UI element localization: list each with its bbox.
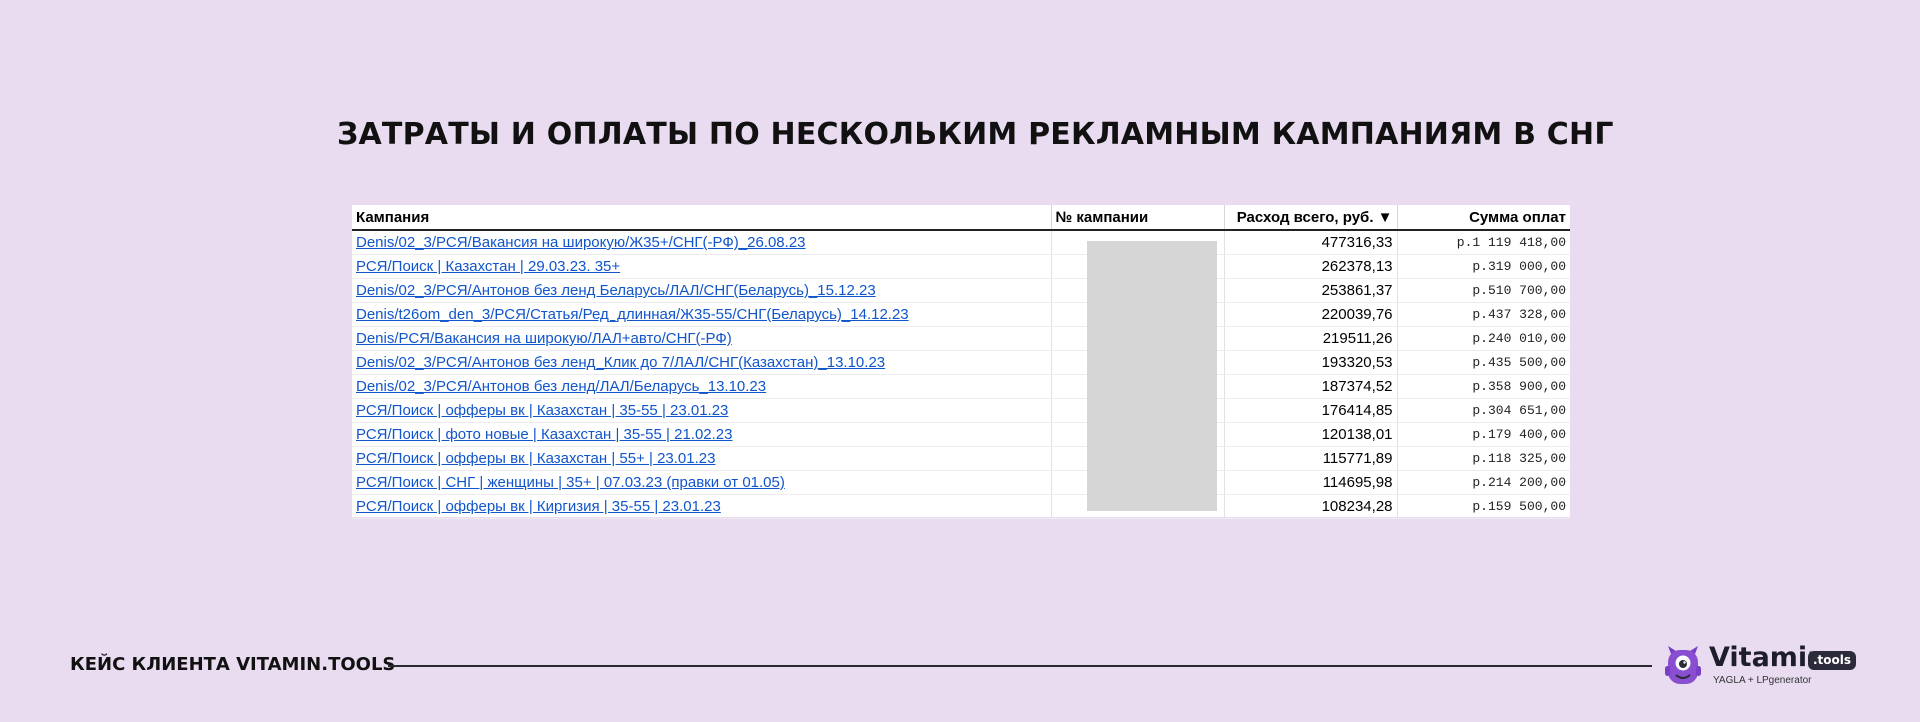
spend-cell: 187374,52 [1224, 374, 1398, 399]
campaign-cell: Denis/02_3/РСЯ/Антонов без ленд/ЛАЛ/Бела… [352, 374, 1052, 399]
campaign-link[interactable]: Denis/t26om_den_3/РСЯ/Статья/Ред_длинная… [356, 306, 909, 323]
payments-cell: р.214 200,00 [1397, 470, 1570, 495]
table-row: Denis/РСЯ/Вакансия на широкую/ЛАЛ+авто/С… [352, 326, 1570, 351]
spend-cell: 120138,01 [1224, 422, 1398, 447]
payments-cell: р.435 500,00 [1397, 350, 1570, 375]
spend-cell: 220039,76 [1224, 302, 1398, 327]
payments-cell: р.437 328,00 [1397, 302, 1570, 327]
campaign-link[interactable]: РСЯ/Поиск | Казахстан | 29.03.23. 35+ [356, 258, 620, 275]
table-row: РСЯ/Поиск | офферы вк | Казахстан | 55+ … [352, 446, 1570, 471]
payments-cell: р.319 000,00 [1397, 254, 1570, 279]
table-row: РСЯ/Поиск | офферы вк | Киргизия | 35-55… [352, 494, 1570, 519]
spend-cell: 219511,26 [1224, 326, 1398, 351]
table-row: РСЯ/Поиск | офферы вк | Казахстан | 35-5… [352, 398, 1570, 423]
campaign-cell: Denis/РСЯ/Вакансия на широкую/ЛАЛ+авто/С… [352, 326, 1052, 351]
campaign-cell: РСЯ/Поиск | фото новые | Казахстан | 35-… [352, 422, 1052, 447]
payments-cell: р.358 900,00 [1397, 374, 1570, 399]
campaign-cell: РСЯ/Поиск | офферы вк | Киргизия | 35-55… [352, 494, 1052, 519]
campaign-link[interactable]: РСЯ/Поиск | офферы вк | Киргизия | 35-55… [356, 498, 721, 515]
payments-cell: р.1 119 418,00 [1397, 230, 1570, 255]
table-row: Denis/02_3/РСЯ/Антонов без ленд_Клик до … [352, 350, 1570, 375]
campaign-table: Кампания № кампании Расход всего, руб. ▼… [352, 205, 1570, 519]
payments-cell: р.304 651,00 [1397, 398, 1570, 423]
campaign-link[interactable]: Denis/02_3/РСЯ/Антонов без ленд_Клик до … [356, 354, 885, 371]
spend-cell: 262378,13 [1224, 254, 1398, 279]
payments-cell: р.240 010,00 [1397, 326, 1570, 351]
campaign-cell: РСЯ/Поиск | Казахстан | 29.03.23. 35+ [352, 254, 1052, 279]
page-title: ЗАТРАТЫ И ОПЛАТЫ ПО НЕСКОЛЬКИМ РЕКЛАМНЫМ… [337, 117, 1614, 152]
spend-cell: 176414,85 [1224, 398, 1398, 423]
vitamin-logo: Vitamin .tools YAGLA + LPgenerator [1665, 642, 1861, 690]
table-row: Denis/02_3/РСЯ/Вакансия на широкую/Ж35+/… [352, 230, 1570, 255]
campaign-link[interactable]: РСЯ/Поиск | офферы вк | Казахстан | 55+ … [356, 450, 715, 467]
logo-tools-badge: .tools [1808, 651, 1857, 670]
spend-cell: 108234,28 [1224, 494, 1398, 519]
campaign-link[interactable]: РСЯ/Поиск | фото новые | Казахстан | 35-… [356, 426, 733, 443]
campaign-link[interactable]: Denis/02_3/РСЯ/Антонов без ленд/ЛАЛ/Бела… [356, 378, 766, 395]
spend-cell: 253861,37 [1224, 278, 1398, 303]
table-body: Denis/02_3/РСЯ/Вакансия на широкую/Ж35+/… [352, 230, 1570, 519]
table-row: Denis/02_3/РСЯ/Антонов без ленд Беларусь… [352, 278, 1570, 303]
header-campaign-number[interactable]: № кампании [1051, 205, 1225, 231]
campaign-cell: Denis/02_3/РСЯ/Антонов без ленд_Клик до … [352, 350, 1052, 375]
spend-cell: 193320,53 [1224, 350, 1398, 375]
campaign-link[interactable]: РСЯ/Поиск | СНГ | женщины | 35+ | 07.03.… [356, 474, 785, 491]
redacted-block [1087, 241, 1217, 511]
payments-cell: р.179 400,00 [1397, 422, 1570, 447]
campaign-link[interactable]: Denis/02_3/РСЯ/Антонов без ленд Беларусь… [356, 282, 876, 299]
campaign-cell: РСЯ/Поиск | офферы вк | Казахстан | 55+ … [352, 446, 1052, 471]
payments-cell: р.118 325,00 [1397, 446, 1570, 471]
table-row: РСЯ/Поиск | СНГ | женщины | 35+ | 07.03.… [352, 470, 1570, 495]
table-row: Denis/02_3/РСЯ/Антонов без ленд/ЛАЛ/Бела… [352, 374, 1570, 399]
header-row: Кампания № кампании Расход всего, руб. ▼… [352, 205, 1570, 231]
campaign-link[interactable]: РСЯ/Поиск | офферы вк | Казахстан | 35-5… [356, 402, 728, 419]
campaign-cell: Denis/02_3/РСЯ/Вакансия на широкую/Ж35+/… [352, 230, 1052, 255]
campaign-cell: РСЯ/Поиск | офферы вк | Казахстан | 35-5… [352, 398, 1052, 423]
header-payments[interactable]: Сумма оплат [1397, 205, 1570, 231]
spend-cell: 114695,98 [1224, 470, 1398, 495]
monster-mascot-icon [1665, 646, 1701, 684]
campaign-cell: РСЯ/Поиск | СНГ | женщины | 35+ | 07.03.… [352, 470, 1052, 495]
payments-cell: р.510 700,00 [1397, 278, 1570, 303]
campaign-link[interactable]: Denis/РСЯ/Вакансия на широкую/ЛАЛ+авто/С… [356, 330, 732, 347]
table-row: Denis/t26om_den_3/РСЯ/Статья/Ред_длинная… [352, 302, 1570, 327]
spend-cell: 477316,33 [1224, 230, 1398, 255]
table-row: РСЯ/Поиск | Казахстан | 29.03.23. 35+ 262… [352, 254, 1570, 279]
header-spend-sorted[interactable]: Расход всего, руб. ▼ [1224, 205, 1398, 231]
logo-subtitle: YAGLA + LPgenerator [1713, 675, 1812, 686]
spend-cell: 115771,89 [1224, 446, 1398, 471]
campaign-cell: Denis/02_3/РСЯ/Антонов без ленд Беларусь… [352, 278, 1052, 303]
table-row: РСЯ/Поиск | фото новые | Казахстан | 35-… [352, 422, 1570, 447]
header-campaign[interactable]: Кампания [352, 205, 1052, 231]
campaign-cell: Denis/t26om_den_3/РСЯ/Статья/Ред_длинная… [352, 302, 1052, 327]
spreadsheet: Кампания № кампании Расход всего, руб. ▼… [352, 205, 1570, 519]
footer-case-label: КЕЙС КЛИЕНТА VITAMIN.TOOLS [70, 654, 396, 675]
payments-cell: р.159 500,00 [1397, 494, 1570, 519]
campaign-link[interactable]: Denis/02_3/РСЯ/Вакансия на широкую/Ж35+/… [356, 234, 806, 251]
footer-divider [388, 665, 1652, 667]
